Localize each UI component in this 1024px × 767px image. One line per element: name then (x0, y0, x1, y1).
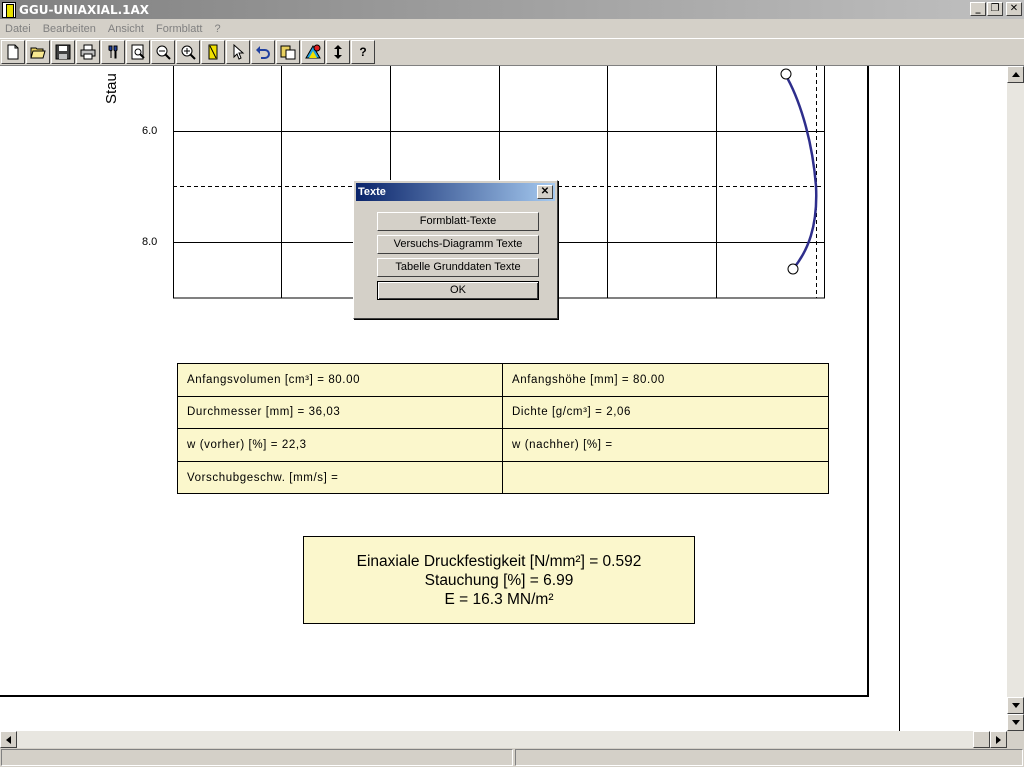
menu-bearbeiten[interactable]: Bearbeiten (43, 23, 96, 35)
vertical-resize-button[interactable] (326, 40, 350, 64)
initial-volume-cell: Anfangsvolumen [cm³] = 80.00 (178, 364, 503, 396)
title-bar: GGU-UNIAXIAL.1AX _ ❐ ✕ (0, 0, 1024, 19)
horizontal-scrollbar[interactable] (0, 731, 1007, 748)
zoom-page-button[interactable] (126, 40, 150, 64)
series-line (783, 73, 818, 270)
save-button[interactable] (51, 40, 75, 64)
undo-icon (256, 46, 270, 59)
scroll-down-button[interactable] (1007, 697, 1024, 714)
pointer-arrow-icon (233, 44, 245, 60)
pointer-button[interactable] (226, 40, 250, 64)
dialog-close-button[interactable]: ✕ (537, 185, 553, 199)
formblatt-texte-button[interactable]: Formblatt-Texte (377, 212, 539, 231)
tools-button[interactable] (101, 40, 125, 64)
restore-button[interactable]: ❐ (987, 2, 1003, 16)
window-controls: _ ❐ ✕ (970, 2, 1022, 16)
y-axis-label: Stau (103, 73, 120, 104)
new-file-icon (7, 44, 19, 60)
zoom-page-icon (131, 44, 145, 60)
app-icon (2, 1, 16, 18)
menu-ansicht[interactable]: Ansicht (108, 23, 144, 35)
strain-text: Stauchung [%] = 6.99 (424, 571, 574, 589)
color-button[interactable] (301, 40, 325, 64)
table-row: w (vorher) [%] = 22,3 w (nachher) [%] = (178, 429, 828, 462)
table-row: Vorschubgeschw. [mm/s] = (178, 461, 828, 495)
table-row: Anfangsvolumen [cm³] = 80.00 Anfangshöhe… (178, 364, 828, 397)
arrow-up-icon (1011, 72, 1020, 77)
document-workspace[interactable]: Stau 6.0 8.0 Anfangsvolumen [cm³] = 80.0… (0, 66, 1007, 731)
minimize-button[interactable]: _ (970, 2, 986, 16)
wrench-icon (108, 45, 118, 59)
results-box: Einaxiale Druckfestigkeit [N/mm²] = 0.59… (303, 536, 695, 624)
basic-data-table: Anfangsvolumen [cm³] = 80.00 Anfangshöhe… (177, 363, 829, 494)
undo-button[interactable] (251, 40, 275, 64)
table-texte-button[interactable]: Tabelle Grunddaten Texte (377, 258, 539, 277)
copy-button[interactable] (276, 40, 300, 64)
print-button[interactable] (76, 40, 100, 64)
modulus-text: E = 16.3 MN/m² (444, 590, 554, 608)
diagram-texte-button[interactable]: Versuchs-Diagramm Texte (377, 235, 539, 254)
y-tick-6: 6.0 (142, 125, 158, 137)
y-tick-8: 8.0 (142, 236, 158, 248)
menu-formblatt[interactable]: Formblatt (156, 23, 202, 35)
vertical-arrows-icon (334, 45, 342, 59)
arrow-left-icon (6, 735, 11, 744)
sheet-edge-line (899, 66, 900, 731)
zoom-in-button[interactable] (176, 40, 200, 64)
arrow-right-icon (996, 735, 1001, 744)
curve-end-point (787, 263, 799, 275)
curve-start-point (780, 68, 792, 80)
zoom-out-icon (156, 45, 171, 60)
window-title: GGU-UNIAXIAL.1AX (19, 2, 150, 17)
menu-help[interactable]: ? (214, 23, 220, 35)
diameter-cell: Durchmesser [mm] = 36,03 (178, 396, 503, 428)
copy-paste-icon (280, 45, 296, 60)
open-button[interactable] (26, 40, 50, 64)
menu-bar: Datei Bearbeiten Ansicht Formblatt ? (0, 19, 1024, 38)
zoom-out-button[interactable] (151, 40, 175, 64)
menu-datei[interactable]: Datei (5, 23, 31, 35)
status-pane-right (515, 749, 1023, 766)
scroll-right-button[interactable] (990, 731, 1007, 748)
scrollbar-corner (1007, 731, 1024, 748)
table-row: Durchmesser [mm] = 36,03 Dichte [g/cm³] … (178, 396, 828, 429)
page-border-right (867, 66, 869, 697)
yellow-marker-icon (208, 44, 218, 60)
feed-rate-cell: Vorschubgeschw. [mm/s] = (178, 461, 503, 494)
scroll-left-button[interactable] (0, 731, 17, 748)
marker-button[interactable] (201, 40, 225, 64)
empty-cell (503, 462, 828, 495)
compressive-strength-text: Einaxiale Druckfestigkeit [N/mm²] = 0.59… (356, 552, 642, 570)
save-disk-icon (55, 44, 71, 60)
dialog-title-bar[interactable]: Texte ✕ (356, 183, 555, 201)
open-folder-icon (30, 47, 46, 59)
status-bar (0, 748, 1024, 767)
water-before-cell: w (vorher) [%] = 22,3 (178, 429, 503, 461)
close-button[interactable]: ✕ (1006, 2, 1022, 16)
status-pane-left (1, 749, 513, 766)
printer-icon (80, 44, 96, 60)
scroll-up-button[interactable] (1007, 66, 1024, 83)
zoom-in-icon (181, 45, 196, 60)
water-after-cell: w (nachher) [%] = (512, 438, 613, 451)
initial-height-cell: Anfangshöhe [mm] = 80.00 (512, 373, 665, 386)
page-border-bottom (0, 695, 869, 697)
vertical-scrollbar[interactable] (1007, 66, 1024, 731)
color-palette-icon (305, 44, 321, 59)
ok-button[interactable]: OK (377, 281, 539, 300)
density-cell: Dichte [g/cm³] = 2,06 (512, 406, 632, 419)
help-button[interactable]: ? (351, 40, 375, 64)
arrow-down-icon (1011, 720, 1020, 725)
scroll-thumb[interactable] (973, 731, 990, 748)
toolbar: ? (0, 38, 1024, 66)
texte-dialog: Texte ✕ Formblatt-Texte Versuchs-Diagram… (353, 180, 558, 319)
scroll-down-end-button[interactable] (1007, 714, 1024, 731)
arrow-down-icon (1011, 703, 1020, 708)
dialog-title: Texte (358, 186, 386, 198)
new-file-button[interactable] (1, 40, 25, 64)
